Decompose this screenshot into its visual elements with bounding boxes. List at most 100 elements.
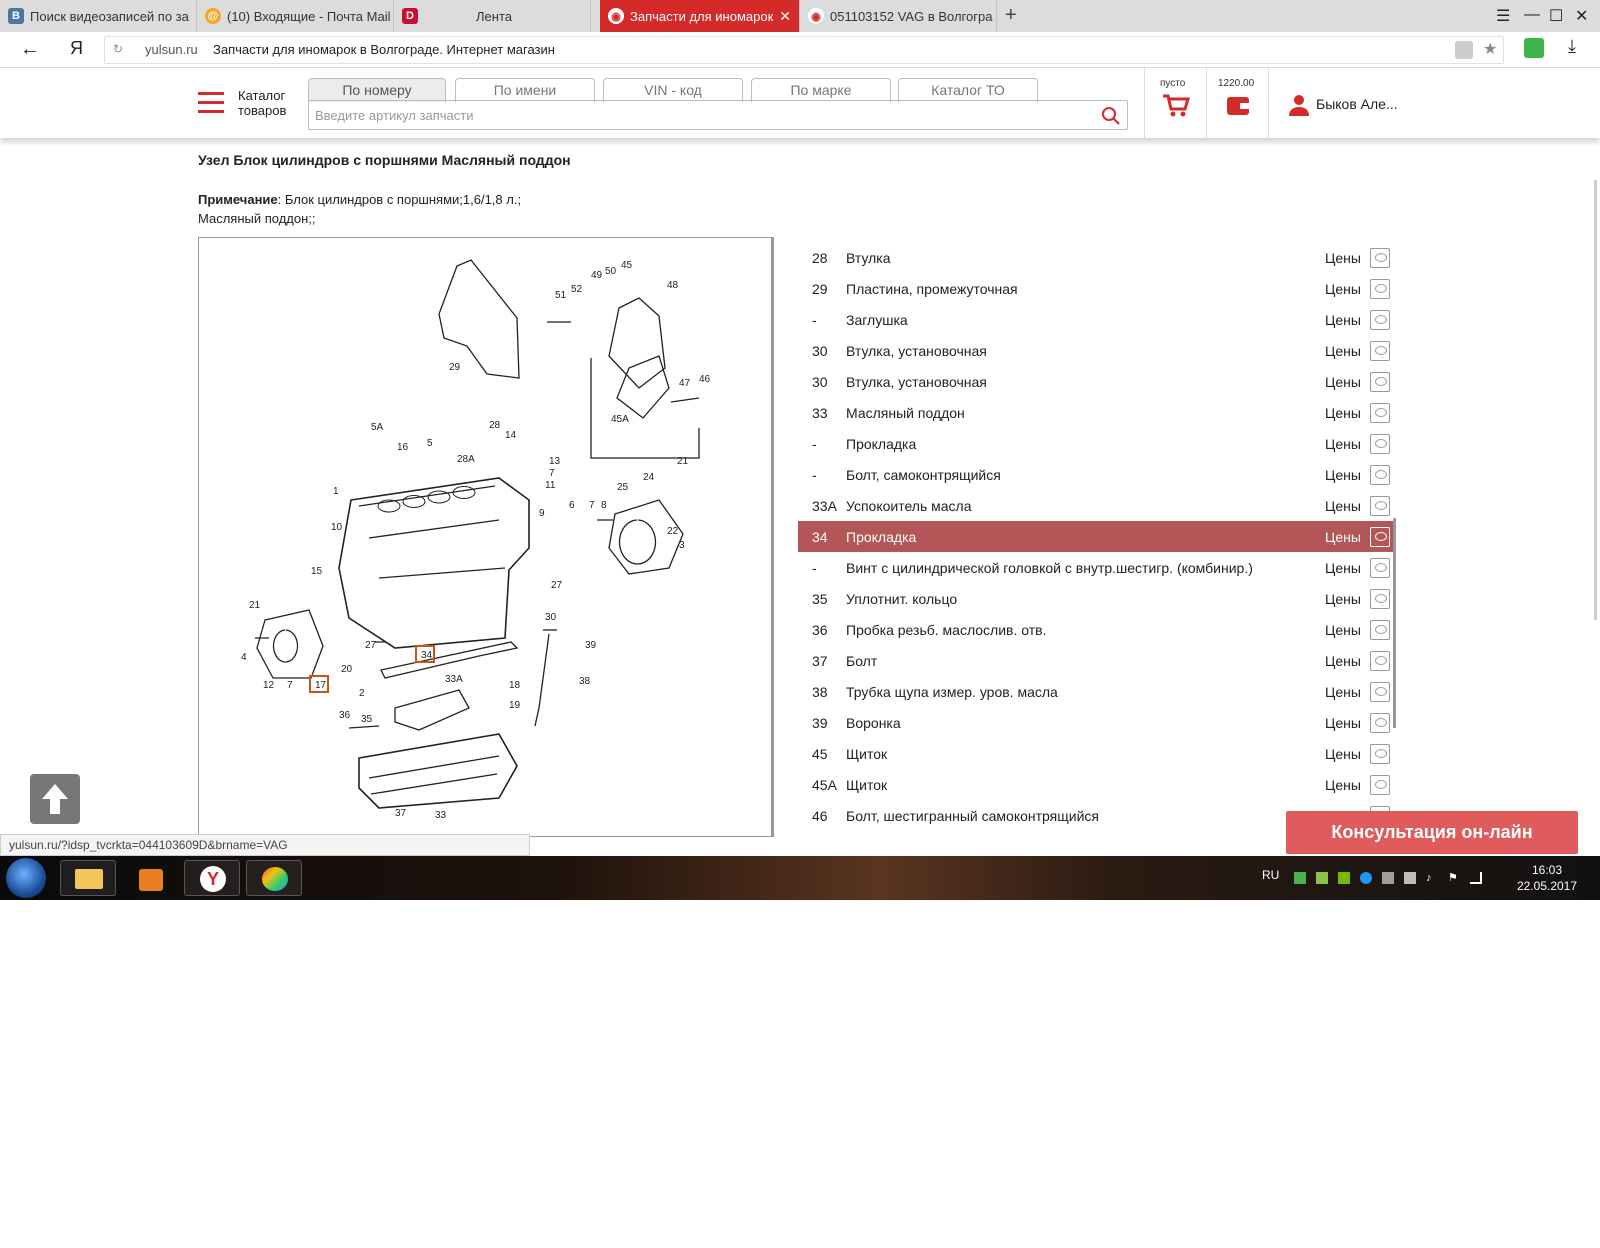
user-name[interactable]: Быков Але... [1316,96,1398,112]
tab-vag[interactable]: ◉ 051103152 VAG в Волгогра [800,0,997,32]
part-row[interactable]: 35 Уплотнит. кольцо Цены [798,583,1396,614]
diagram-callout-10[interactable]: 10 [331,522,343,533]
part-name[interactable]: Втулка, установочная [846,374,1325,390]
comment-icon[interactable] [1370,774,1390,795]
comment-icon[interactable] [1370,681,1390,702]
part-row[interactable]: 33 Масляный поддон Цены [798,397,1396,428]
search-input[interactable]: Введите артикул запчасти [308,100,1128,130]
diagram-callout-28A[interactable]: 28A [457,454,475,465]
diagram-callout-29[interactable]: 29 [449,362,461,373]
diagram-callout-17[interactable]: 17 [315,680,327,691]
prices-link[interactable]: Цены [1325,653,1361,669]
part-name[interactable]: Масляный поддон [846,405,1325,421]
prices-link[interactable]: Цены [1325,715,1361,731]
diagram-callout-39[interactable]: 39 [585,640,597,651]
diagram-callout-18[interactable]: 18 [509,680,521,691]
part-row[interactable]: 30 Втулка, установочная Цены [798,335,1396,366]
part-row[interactable]: 37 Болт Цены [798,645,1396,676]
part-row[interactable]: 34 Прокладка Цены [798,521,1396,552]
comment-icon[interactable] [1370,278,1390,299]
search-tab-by-number[interactable]: По номеру [308,78,446,102]
diagram-callout-6[interactable]: 6 [569,500,575,511]
part-name[interactable]: Щиток [846,777,1325,793]
diagram-callout-52[interactable]: 52 [571,284,583,295]
diagram-callout-25[interactable]: 25 [617,482,629,493]
diagram-callout-47[interactable]: 47 [679,378,691,389]
nvidia-icon[interactable] [1338,872,1350,884]
diagram-callout-1[interactable]: 1 [333,486,339,497]
catalog-label[interactable]: Каталог товаров [238,88,286,118]
comment-icon[interactable] [1370,588,1390,609]
comment-icon[interactable] [1370,557,1390,578]
comment-icon[interactable] [1370,464,1390,485]
comment-icon[interactable] [1370,619,1390,640]
diagram-callout-16[interactable]: 16 [397,442,409,453]
comment-icon[interactable] [1370,309,1390,330]
flag-icon[interactable]: ⚑ [1448,872,1460,884]
tray-app-icon[interactable] [1316,872,1328,884]
diagram-callout-19[interactable]: 19 [509,700,521,711]
diagram-callout-21[interactable]: 21 [677,456,689,467]
consult-online-button[interactable]: Консультация он-лайн [1286,811,1578,854]
prices-link[interactable]: Цены [1325,374,1361,390]
diagram-callout-2[interactable]: 2 [359,688,365,699]
diagram-callout-36[interactable]: 36 [339,710,351,721]
tab-vk[interactable]: В Поиск видеозаписей по за [0,0,197,32]
part-row[interactable]: - Заглушка Цены [798,304,1396,335]
url-field[interactable]: ↻ yulsun.ru Запчасти для иномарок в Волг… [104,36,1504,64]
diagram-callout-21[interactable]: 21 [249,600,261,611]
diagram-callout-5A[interactable]: 5A [371,422,384,433]
diagram-callout-15[interactable]: 15 [311,566,323,577]
comment-icon[interactable] [1370,712,1390,733]
paint-taskbar-button[interactable] [246,860,302,896]
part-name[interactable]: Воронка [846,715,1325,731]
part-row[interactable]: 45 Щиток Цены [798,738,1396,769]
diagram-callout-12[interactable]: 12 [263,680,275,691]
diagram-callout-50[interactable]: 50 [605,266,617,277]
search-tab-catalog-to[interactable]: Каталог ТО [898,78,1038,102]
part-name[interactable]: Трубка щупа измер. уров. масла [846,684,1325,700]
close-tab-icon[interactable]: ✕ [779,8,791,25]
part-row[interactable]: - Прокладка Цены [798,428,1396,459]
diagram-callout-34[interactable]: 34 [421,650,433,661]
diagram-callout-27[interactable]: 27 [551,580,563,591]
diagram-callout-49[interactable]: 49 [591,270,603,281]
comment-icon[interactable] [1370,247,1390,268]
diagram-callout-5[interactable]: 5 [427,438,433,449]
prices-link[interactable]: Цены [1325,498,1361,514]
prices-link[interactable]: Цены [1325,591,1361,607]
star-icon[interactable]: ★ [1483,39,1497,59]
diagram-callout-7[interactable]: 7 [287,680,293,691]
new-tab-icon[interactable]: + [1005,4,1017,27]
cart-icon[interactable] [1162,94,1190,118]
diagram-callout-11[interactable]: 11 [545,480,556,491]
part-name[interactable]: Болт, шестигранный самоконтрящийся [846,808,1325,824]
diagram-callout-13[interactable]: 13 [549,456,561,467]
prices-link[interactable]: Цены [1325,622,1361,638]
part-row[interactable]: 33A Успокоитель масла Цены [798,490,1396,521]
diagram-callout-38[interactable]: 38 [579,676,591,687]
part-name[interactable]: Щиток [846,746,1325,762]
part-name[interactable]: Прокладка [846,529,1325,545]
part-name[interactable]: Успокоитель масла [846,498,1325,514]
diagram-callout-22[interactable]: 22 [667,526,679,537]
diagram-callout-45[interactable]: 45 [621,260,633,271]
clock[interactable]: 16:03 22.05.2017 [1512,862,1582,894]
part-name[interactable]: Пробка резьб. маслослив. отв. [846,622,1325,638]
part-name[interactable]: Болт [846,653,1325,669]
extension-icon[interactable] [1524,38,1544,58]
list-scrollbar[interactable] [1393,518,1396,728]
prices-link[interactable]: Цены [1325,746,1361,762]
close-window-icon[interactable]: ✕ [1575,6,1588,26]
diagram-callout-30[interactable]: 30 [545,612,557,623]
part-row[interactable]: 29 Пластина, промежуточная Цены [798,273,1396,304]
diagram-callout-7[interactable]: 7 [549,468,555,479]
skype-icon[interactable] [1360,872,1372,884]
yandex-logo-icon[interactable]: Я [70,38,83,59]
part-row[interactable]: - Болт, самоконтрящийся Цены [798,459,1396,490]
diagram-callout-46[interactable]: 46 [699,374,711,385]
tray-app-icon[interactable] [1404,872,1416,884]
prices-link[interactable]: Цены [1325,436,1361,452]
diagram-callout-37[interactable]: 37 [395,808,407,819]
diagram-callout-27[interactable]: 27 [365,640,377,651]
